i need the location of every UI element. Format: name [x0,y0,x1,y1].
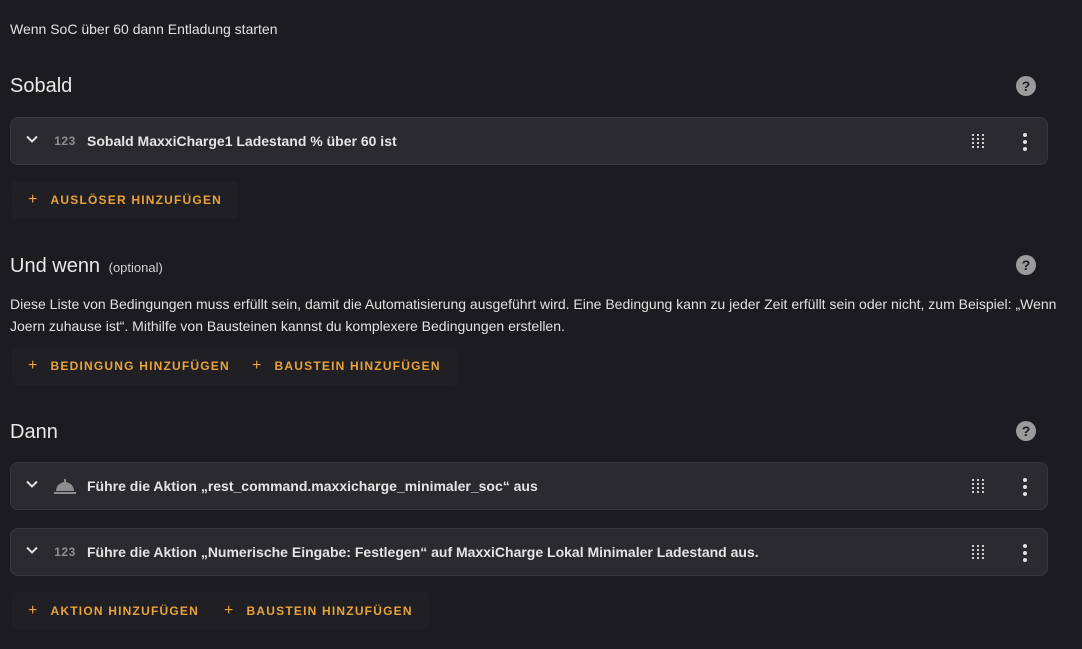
add-action-building-block-label: BAUSTEIN HINZUFÜGEN [246,604,413,618]
add-condition-button[interactable]: + BEDINGUNG HINZUFÜGEN [12,347,246,385]
automation-editor: Wenn SoC über 60 dann Entladung starten … [0,0,1082,649]
plus-icon: + [28,602,39,619]
plus-icon: + [252,357,263,374]
trigger-card-label: Sobald MaxxiCharge1 Ladestand % über 60 … [87,133,397,149]
action-card[interactable]: 123 Führe die Aktion „Numerische Eingabe… [10,528,1048,576]
add-action-button[interactable]: + AKTION HINZUFÜGEN [12,592,215,630]
add-condition-label: BEDINGUNG HINZUFÜGEN [50,359,230,373]
add-trigger-label: AUSLÖSER HINZUFÜGEN [50,193,223,207]
chevron-down-icon[interactable] [25,132,39,146]
question-circle-icon[interactable]: ? [1016,421,1036,441]
trigger-card[interactable]: 123 Sobald MaxxiCharge1 Ladestand % über… [10,117,1048,165]
conditions-title-text: Und wenn [10,255,101,277]
room-service-bell-icon [54,479,76,494]
add-trigger-button[interactable]: + AUSLÖSER HINZUFÜGEN [12,181,239,219]
question-circle-icon[interactable]: ? [1016,255,1036,275]
more-vertical-icon[interactable] [1015,476,1035,498]
add-action-label: AKTION HINZUFÜGEN [50,604,199,618]
more-vertical-icon[interactable] [1015,131,1035,153]
add-condition-building-block-button[interactable]: + BAUSTEIN HINZUFÜGEN [236,347,457,385]
optional-label: (optional) [108,260,163,275]
plus-icon: + [28,191,39,208]
plus-icon: + [224,602,235,619]
action-card-label: Führe die Aktion „Numerische Eingabe: Fe… [87,544,759,560]
action-card[interactable]: Führe die Aktion „rest_command.maxxichar… [10,462,1048,510]
add-condition-building-block-label: BAUSTEIN HINZUFÜGEN [274,359,441,373]
question-circle-icon[interactable]: ? [1016,76,1036,96]
chevron-down-icon[interactable] [25,543,39,557]
numeric-123-icon: 123 [54,134,76,148]
chevron-down-icon[interactable] [25,477,39,491]
actions-section-title: Dann [10,421,58,443]
automation-description: Wenn SoC über 60 dann Entladung starten [10,21,278,37]
drag-handle-icon[interactable] [971,478,985,494]
conditions-section-title: Und wenn (optional) [10,255,163,278]
triggers-section-title: Sobald [10,75,73,97]
plus-icon: + [28,357,39,374]
add-action-building-block-button[interactable]: + BAUSTEIN HINZUFÜGEN [208,592,429,630]
conditions-description: Diese Liste von Bedingungen muss erfüllt… [10,296,1057,334]
drag-handle-icon[interactable] [971,133,985,149]
more-vertical-icon[interactable] [1015,542,1035,564]
action-card-label: Führe die Aktion „rest_command.maxxichar… [87,478,538,494]
drag-handle-icon[interactable] [971,544,985,560]
numeric-123-icon: 123 [54,545,76,559]
